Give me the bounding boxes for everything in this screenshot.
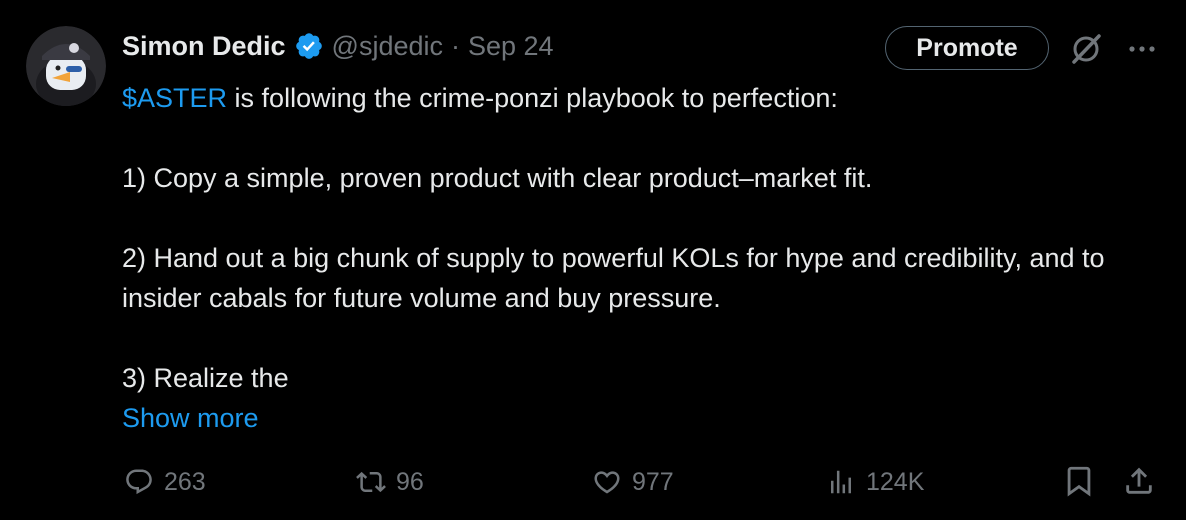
views-chart-icon: [831, 470, 851, 494]
reply-count: 263: [164, 467, 206, 496]
reply-icon: [126, 469, 152, 495]
post-date[interactable]: Sep 24: [468, 31, 554, 62]
header-separator: ·: [451, 30, 460, 61]
like-count: 977: [632, 467, 674, 496]
tweet-text: $ASTER is following the crime-ponzi play…: [122, 78, 1172, 398]
like-button[interactable]: 977: [592, 462, 674, 502]
bookmark-icon[interactable]: [1062, 464, 1096, 498]
repost-count: 96: [396, 467, 424, 496]
promote-button[interactable]: Promote: [885, 26, 1049, 70]
more-dots-icon[interactable]: [1124, 36, 1160, 62]
cashtag-link[interactable]: $ASTER: [122, 83, 227, 113]
avatar[interactable]: [26, 26, 106, 106]
tweet-point-1: 1) Copy a simple, proven product with cl…: [122, 163, 873, 193]
repost-icon: [356, 471, 386, 493]
repost-button[interactable]: 96: [356, 462, 424, 502]
grok-icon[interactable]: [1068, 31, 1104, 67]
reply-button[interactable]: 263: [124, 462, 206, 502]
views-count: 124K: [866, 467, 925, 496]
views-button[interactable]: 124K: [826, 462, 924, 502]
tweet-header: Simon Dedic @sjdedic · Sep 24: [122, 26, 554, 66]
heart-icon: [594, 471, 620, 494]
intro-text: is following the crime-ponzi playbook to…: [227, 83, 838, 113]
show-more-link[interactable]: Show more: [122, 398, 259, 438]
avatar-image: [26, 26, 106, 106]
tweet-point-3: 3) Realize the: [122, 363, 289, 393]
verified-badge-icon[interactable]: [294, 31, 324, 61]
author-name[interactable]: Simon Dedic: [122, 31, 286, 62]
tweet-point-2: 2) Hand out a big chunk of supply to pow…: [122, 243, 1105, 313]
author-handle[interactable]: @sjdedic: [332, 31, 443, 62]
tweet-line-intro: $ASTER is following the crime-ponzi play…: [122, 78, 1172, 118]
share-icon[interactable]: [1122, 464, 1156, 498]
